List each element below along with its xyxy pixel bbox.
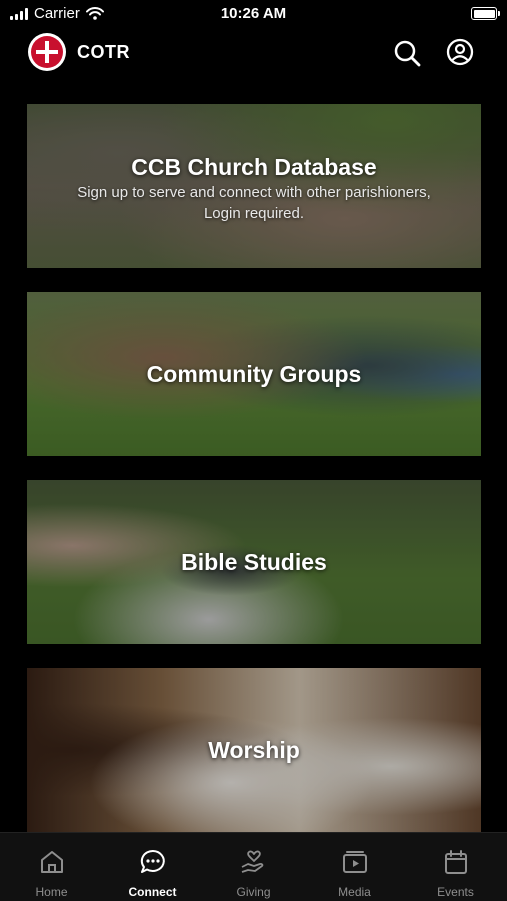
account-circle-icon [446, 38, 474, 66]
card-subtitle: Sign up to serve and connect with other … [77, 184, 431, 222]
card-community-groups[interactable]: Community Groups [27, 292, 481, 456]
tab-label: Giving [236, 885, 271, 899]
search-icon [394, 40, 421, 67]
card-bible-studies[interactable]: Bible Studies [27, 480, 481, 644]
church-logo-icon [28, 33, 66, 71]
tab-label: Events [437, 885, 474, 899]
search-button[interactable] [392, 38, 422, 68]
play-media-icon [343, 851, 367, 873]
tab-label: Home [35, 885, 68, 899]
card-title: Community Groups [146, 361, 362, 387]
app-title: COTR [77, 42, 130, 62]
tab-giving[interactable]: Giving [203, 833, 304, 901]
status-time: 10:26 AM [220, 5, 287, 22]
calendar-icon [445, 850, 467, 874]
tab-connect[interactable]: Connect [102, 833, 203, 901]
card-title: Bible Studies [181, 549, 327, 575]
tab-label: Media [338, 885, 371, 899]
tab-bar: Home Connect Giving Media Events [0, 832, 507, 901]
status-bar: Carrier 10:26 AM [0, 0, 507, 28]
battery-icon [471, 7, 500, 20]
card-ccb-church-database[interactable]: CCB Church Database Sign up to serve and… [27, 104, 481, 268]
card-worship[interactable]: Worship [27, 668, 481, 832]
hand-heart-icon [241, 850, 264, 873]
app-header: COTR [0, 30, 507, 74]
card-title: CCB Church Database [131, 154, 377, 180]
tab-media[interactable]: Media [304, 833, 405, 901]
chat-bubble-icon [140, 849, 165, 873]
account-button[interactable] [446, 38, 476, 68]
tab-label: Connect [128, 885, 177, 899]
tab-home[interactable]: Home [1, 833, 102, 901]
tab-events[interactable]: Events [405, 833, 506, 901]
home-icon [41, 851, 63, 873]
card-title: Worship [208, 737, 300, 763]
